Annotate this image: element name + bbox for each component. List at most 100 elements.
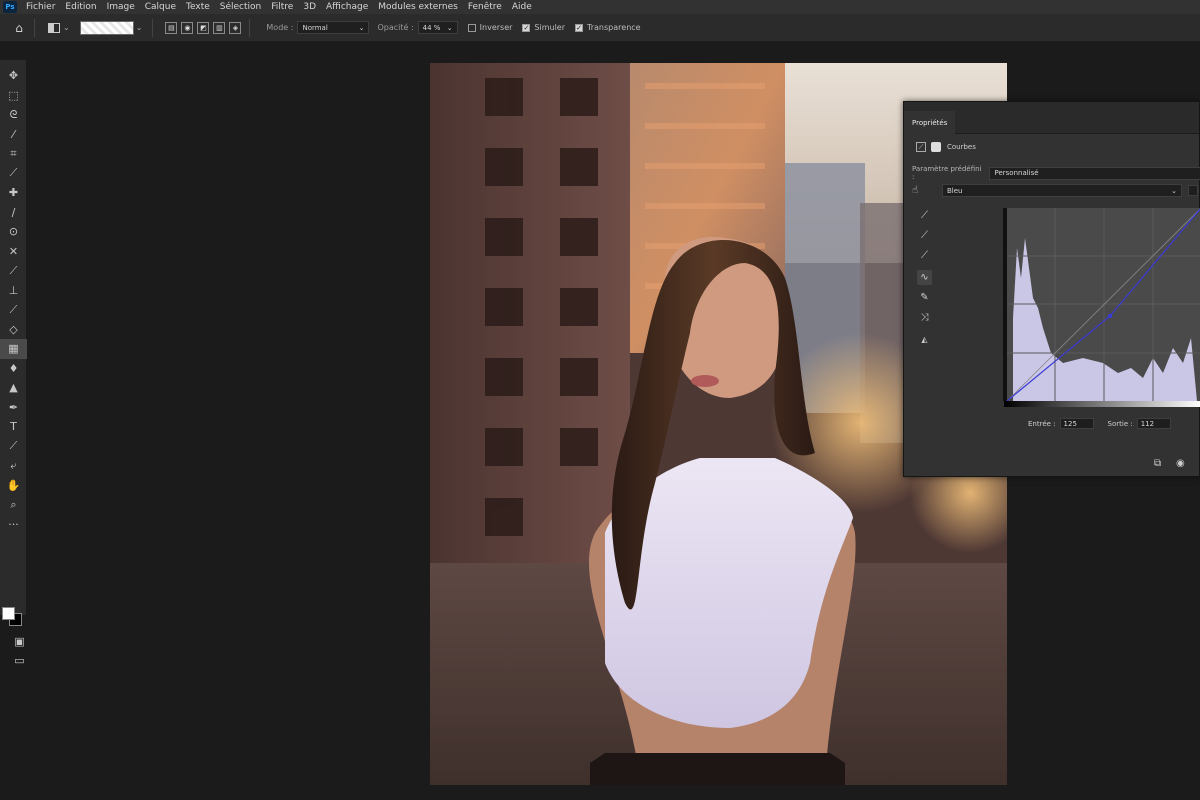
crop-icon[interactable]: ⌗ <box>0 144 27 164</box>
auto-button[interactable] <box>1188 185 1198 196</box>
target-adjustment-icon[interactable]: ☝ <box>912 185 928 196</box>
gradient-swatch[interactable] <box>79 20 134 35</box>
marquee-icon[interactable]: ⬚ <box>0 86 27 106</box>
foreground-color-swatch[interactable] <box>2 607 15 620</box>
smooth-curve-icon[interactable]: ⤨ <box>917 310 932 325</box>
chevron-down-icon: ⌄ <box>1171 186 1177 195</box>
black-point-eyedropper-icon[interactable]: ⟋ <box>917 208 932 223</box>
opacity-label: Opacité : <box>377 23 414 32</box>
reflected-gradient-icon[interactable]: ▥ <box>213 21 226 34</box>
history-brush-icon[interactable]: ✕ <box>0 242 27 262</box>
hand-icon[interactable]: ✋ <box>0 476 27 496</box>
chevron-down-icon: ⌄ <box>358 23 365 32</box>
mode-select[interactable]: Normal ⌄ <box>297 21 370 34</box>
shape-icon[interactable]: ⤶ <box>0 456 27 476</box>
invert-label: Inverser <box>479 23 513 32</box>
clipping-warning-icon[interactable]: ◭ <box>917 332 932 347</box>
output-field[interactable]: 112 <box>1136 418 1171 429</box>
menu-bar: Ps Fichier Edition Image Calque Texte Sé… <box>0 0 1200 14</box>
menu-image[interactable]: Image <box>102 2 140 12</box>
gray-point-eyedropper-icon[interactable]: ⟋ <box>917 228 932 243</box>
input-value: 125 <box>1063 419 1077 428</box>
menu-affichage[interactable]: Affichage <box>321 2 373 12</box>
more-tools-icon[interactable]: ··· <box>0 515 27 535</box>
smudge-icon[interactable]: ⟋ <box>0 300 27 320</box>
healing-brush-icon[interactable]: ✚ <box>0 183 27 203</box>
output-value: 112 <box>1140 419 1155 428</box>
menu-edition[interactable]: Edition <box>60 2 101 12</box>
curves-histogram <box>1003 208 1200 402</box>
menu-modules-externes[interactable]: Modules externes <box>373 2 463 12</box>
divider <box>152 18 154 37</box>
preset-select[interactable]: Personnalisé <box>989 166 1200 180</box>
angle-gradient-icon[interactable]: ◩ <box>197 21 210 34</box>
divider <box>34 18 35 37</box>
clone-stamp-icon[interactable]: ⊙ <box>0 222 27 242</box>
transparency-checkbox[interactable]: ✓ <box>575 23 584 32</box>
mode-label: Mode : <box>266 23 294 32</box>
menu-selection[interactable]: Sélection <box>215 2 266 12</box>
clip-to-layer-icon[interactable]: ⧉ <box>1154 458 1161 469</box>
lasso-icon[interactable]: ᘓ <box>0 105 27 125</box>
blur-icon[interactable]: ♦ <box>0 359 27 379</box>
eraser-icon[interactable]: ◇ <box>0 320 27 340</box>
move-icon[interactable]: ✥ <box>0 66 27 86</box>
dodge-icon[interactable]: ▲ <box>0 378 27 398</box>
pencil-draw-icon[interactable]: ✎ <box>917 290 932 305</box>
adjustment-header: ⟋ Courbes <box>916 142 976 152</box>
output-label: Sortie : <box>1107 419 1133 428</box>
type-icon[interactable]: T <box>0 417 27 437</box>
transparency-label: Transparence <box>587 23 641 32</box>
radial-gradient-icon[interactable]: ◉ <box>181 21 194 34</box>
magic-wand-icon[interactable]: ⁄ <box>0 125 27 145</box>
chevron-down-icon: ⌄ <box>446 23 453 32</box>
eraser-icon[interactable]: ⟋ <box>0 261 27 281</box>
zoom-icon[interactable]: ⌕ <box>0 495 27 515</box>
input-output-row: Entrée : 125 Sortie : 112 <box>1028 418 1171 429</box>
menu-3d[interactable]: 3D <box>298 2 321 12</box>
properties-tabbar: Propriétés <box>904 102 1199 134</box>
tool-preset-icon[interactable] <box>47 21 61 35</box>
dither-label: Simuler <box>534 23 566 32</box>
diamond-gradient-icon[interactable]: ◈ <box>229 21 242 34</box>
paint-icon[interactable]: ⊥ <box>0 281 27 301</box>
photoshop-logo-icon[interactable]: Ps <box>3 1 17 13</box>
menu-aide[interactable]: Aide <box>507 2 537 12</box>
gradient-icon[interactable]: ▦ <box>0 339 27 359</box>
tools-panel: ✥ ⬚ ᘓ ⁄ ⌗ ⟋ ✚ ∕ ⊙ ✕ ⟋ ⊥ ⟋ ◇ ▦ ♦ ▲ ✒ T ⟋ … <box>0 60 27 667</box>
invert-checkbox[interactable] <box>467 23 476 32</box>
menu-calque[interactable]: Calque <box>140 2 181 12</box>
adjustment-title: Courbes <box>947 143 976 151</box>
input-field[interactable]: 125 <box>1059 418 1094 429</box>
menu-filtre[interactable]: Filtre <box>266 2 298 12</box>
input-label: Entrée : <box>1028 419 1056 428</box>
input-gradient-bar <box>1004 401 1200 407</box>
linear-gradient-icon[interactable]: ▤ <box>165 21 178 34</box>
tab-properties[interactable]: Propriétés <box>904 111 956 134</box>
menu-fenetre[interactable]: Fenêtre <box>463 2 507 12</box>
mode-value: Normal <box>302 23 328 32</box>
dither-checkbox[interactable]: ✓ <box>522 23 531 32</box>
layer-mask-icon[interactable] <box>931 142 941 152</box>
white-point-eyedropper-icon[interactable]: ⟋ <box>917 248 932 263</box>
channel-select[interactable]: Bleu ⌄ <box>942 184 1182 197</box>
screen-mode-icon[interactable]: ▭ <box>6 651 33 671</box>
channel-value: Bleu <box>947 186 963 195</box>
curves-adjustment-icon[interactable]: ⟋ <box>916 142 926 152</box>
eyedropper-icon[interactable]: ⟋ <box>0 164 27 184</box>
opacity-value: 44 % <box>422 23 441 32</box>
curve-points-icon[interactable]: ∿ <box>917 270 932 285</box>
opacity-field[interactable]: 44 % ⌄ <box>417 21 458 34</box>
preset-value: Personnalisé <box>994 169 1039 177</box>
home-icon[interactable]: ⌂ <box>12 21 26 35</box>
menu-texte[interactable]: Texte <box>181 2 215 12</box>
chevron-down-icon[interactable]: ⌄ <box>136 23 143 32</box>
curves-graph[interactable] <box>1003 208 1200 402</box>
view-previous-state-icon[interactable]: ◉ <box>1176 458 1185 469</box>
menu-fichier[interactable]: Fichier <box>21 2 60 12</box>
chevron-down-icon[interactable]: ⌄ <box>63 23 70 32</box>
brush-icon[interactable]: ∕ <box>0 203 27 223</box>
pen-icon[interactable]: ✒ <box>0 398 27 418</box>
quick-mask-icon[interactable]: ▣ <box>6 632 33 652</box>
path-selection-icon[interactable]: ⟋ <box>0 437 27 457</box>
